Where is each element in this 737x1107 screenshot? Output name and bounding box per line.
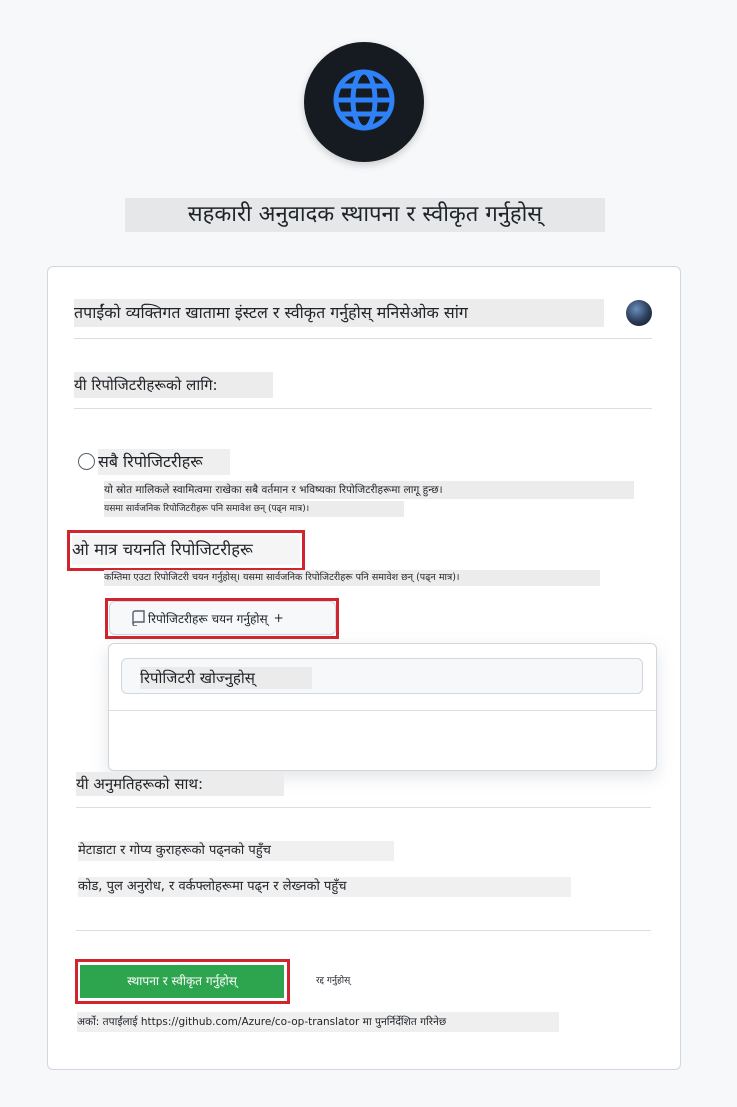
repository-search-placeholder: रिपोजिटरी खोज्नुहोस् bbox=[140, 667, 312, 689]
divider bbox=[109, 710, 656, 711]
selected-repositories-description: कम्तिमा एउटा रिपोजिटरी चयन गर्नुहोस्। यस… bbox=[104, 570, 600, 586]
divider bbox=[74, 408, 652, 409]
permission-item: मेटाडाटा र गोप्य कुराहरूको पढ्नको पहुँच bbox=[78, 841, 394, 861]
permission-item: कोड, पुल अनुरोध, र वर्कफ्लोहरूमा पढ्न र … bbox=[78, 877, 571, 897]
repositories-heading: यी रिपोजिटरीहरूको लागि: bbox=[74, 372, 273, 398]
globe-icon bbox=[331, 67, 397, 137]
redirect-note: अर्को: तपाईंलाई https://github.com/Azure… bbox=[77, 1012, 559, 1032]
page-title: सहकारी अनुवादक स्थापना र स्वीकृत गर्नुहो… bbox=[125, 198, 605, 232]
permissions-heading: यी अनुमतिहरूको साथ: bbox=[76, 772, 284, 796]
all-repositories-description: यो स्रोत मालिकले स्वामित्वमा राखेका सबै … bbox=[104, 481, 634, 499]
select-button-highlight bbox=[105, 598, 339, 639]
divider bbox=[74, 338, 652, 339]
all-repositories-note: यसमा सार्वजनिक रिपोजिटरीहरू पनि समावेश छ… bbox=[104, 501, 404, 517]
all-repositories-label[interactable]: सबै रिपोजिटरीहरू bbox=[98, 449, 230, 475]
app-logo bbox=[304, 42, 424, 162]
cancel-link[interactable]: रद्द गर्नुहोस् bbox=[316, 974, 350, 988]
selected-repositories-highlight bbox=[67, 530, 305, 571]
account-label: तपाईंको व्यक्तिगत खातामा इंस्टल र स्वीकृ… bbox=[74, 299, 604, 327]
avatar[interactable] bbox=[626, 300, 652, 326]
all-repositories-radio[interactable] bbox=[78, 453, 95, 470]
divider bbox=[76, 930, 651, 931]
divider bbox=[76, 807, 651, 808]
install-button-highlight bbox=[75, 959, 290, 1004]
